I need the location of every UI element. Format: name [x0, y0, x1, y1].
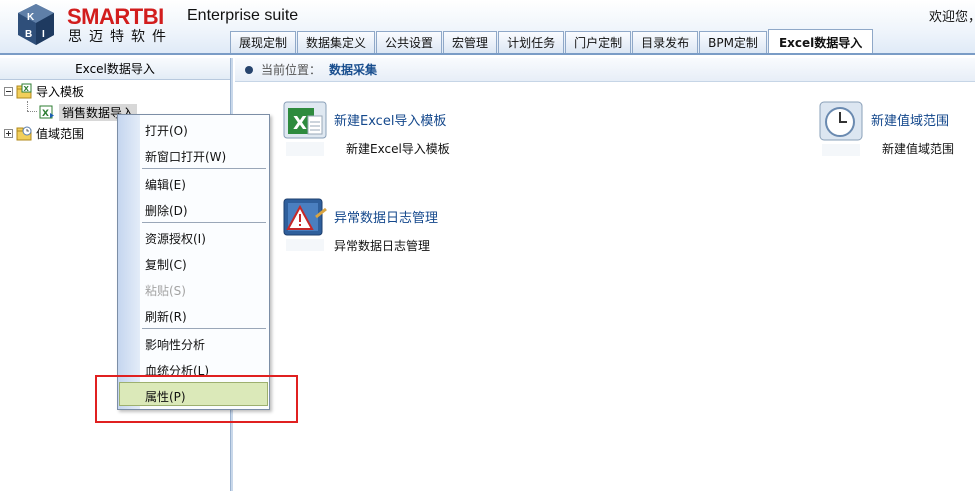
menu-item-paste[interactable]: 粘贴(S)	[145, 281, 186, 301]
svg-text:X: X	[293, 113, 307, 134]
tree-node-import-templates[interactable]: X 导入模板	[4, 82, 84, 100]
menu-separator	[142, 168, 266, 169]
menu-item-open[interactable]: 打开(O)	[145, 121, 188, 141]
new-excel-template-item[interactable]: X 新建Excel导入模板 新建Excel导入模板	[282, 100, 482, 164]
collapse-icon[interactable]	[4, 86, 13, 96]
menu-item-impact-analysis[interactable]: 影响性分析	[145, 335, 205, 355]
tree-connector	[27, 101, 28, 111]
context-menu: 打开(O) 新窗口打开(W) 编辑(E) 删除(D) 资源授权(I) 复制(C)…	[117, 114, 270, 410]
header-divider	[0, 53, 975, 55]
new-excel-template-desc: 新建Excel导入模板	[346, 142, 450, 156]
error-log-link[interactable]: 异常数据日志管理	[334, 207, 438, 226]
svg-text:X: X	[24, 85, 30, 93]
menu-item-open-new-window[interactable]: 新窗口打开(W)	[145, 147, 226, 167]
tab-scheduled-tasks[interactable]: 计划任务	[498, 31, 565, 54]
tree-connector	[27, 111, 37, 112]
expand-icon[interactable]	[4, 128, 13, 138]
menu-separator	[142, 328, 266, 329]
tab-macro-management[interactable]: 宏管理	[443, 31, 498, 54]
new-excel-template-link[interactable]: 新建Excel导入模板	[334, 110, 446, 129]
tab-dataset-definition[interactable]: 数据集定义	[297, 31, 376, 54]
bullet-icon	[245, 65, 253, 74]
new-value-range-item[interactable]: 新建值域范围 新建值域范围	[818, 100, 975, 164]
tree-label-import-templates: 导入模板	[36, 84, 85, 99]
menu-item-delete[interactable]: 删除(D)	[145, 201, 188, 221]
app-header: K B I SMARTBI 思迈特软件 Enterprise suite 欢迎您…	[0, 0, 975, 55]
tab-excel-import[interactable]: Excel数据导入	[767, 29, 874, 54]
clock-icon	[819, 101, 863, 156]
tab-report-design[interactable]: 展现定制	[230, 31, 297, 54]
menu-item-copy[interactable]: 复制(C)	[145, 255, 187, 275]
welcome-text: 欢迎您，	[929, 10, 975, 25]
new-value-range-desc: 新建值域范围	[882, 142, 955, 156]
tree-node-value-range[interactable]: 值域范围	[4, 124, 84, 142]
error-log-item[interactable]: 异常数据日志管理 异常数据日志管理	[282, 197, 482, 261]
value-range-folder-icon	[16, 126, 32, 141]
svg-text:X: X	[42, 109, 49, 119]
excel-import-icon: X	[39, 105, 54, 119]
tab-portal-design[interactable]: 门户定制	[565, 31, 632, 54]
error-log-desc: 异常数据日志管理	[334, 239, 431, 253]
menu-item-resource-authorization[interactable]: 资源授权(I)	[145, 229, 206, 249]
kbi-logo-icon: K B I	[18, 4, 54, 45]
tab-common-settings[interactable]: 公共设置	[376, 31, 443, 54]
annotation-highlight-box	[95, 375, 298, 423]
new-value-range-link[interactable]: 新建值域范围	[871, 110, 949, 129]
breadcrumb: 当前位置： 数据采集	[235, 58, 975, 82]
tab-catalog-publish[interactable]: 目录发布	[632, 31, 699, 54]
warning-log-icon	[283, 198, 327, 251]
tree-label-value-range: 值域范围	[36, 126, 85, 141]
breadcrumb-current[interactable]: 数据采集	[329, 61, 377, 78]
excel-folder-icon: X	[16, 83, 32, 99]
breadcrumb-label: 当前位置：	[261, 63, 322, 77]
menu-item-refresh[interactable]: 刷新(R)	[145, 307, 187, 327]
tab-bpm-design[interactable]: BPM定制	[699, 31, 767, 54]
product-suite-label: Enterprise suite	[187, 7, 299, 24]
svg-text:K: K	[27, 12, 35, 23]
menu-item-edit[interactable]: 编辑(E)	[145, 175, 186, 195]
brand-name-chinese: 思迈特软件	[68, 29, 173, 45]
menu-gutter	[118, 115, 140, 409]
excel-template-icon: X	[283, 101, 327, 156]
left-panel-title: Excel数据导入	[0, 58, 230, 80]
svg-text:B: B	[25, 29, 32, 40]
main-tab-bar: 展现定制 数据集定义 公共设置 宏管理 计划任务 门户定制 目录发布 BPM定制…	[230, 29, 874, 54]
menu-separator	[142, 222, 266, 223]
svg-text:I: I	[42, 29, 45, 40]
brand-name: SMARTBI	[67, 4, 164, 29]
